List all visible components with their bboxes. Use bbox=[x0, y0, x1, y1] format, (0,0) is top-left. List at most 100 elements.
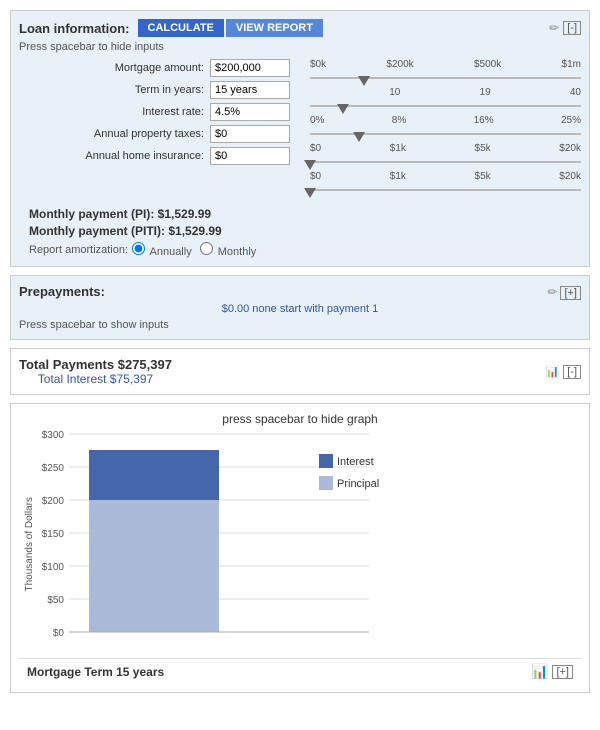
term-label-2: 19 bbox=[480, 87, 491, 98]
property-tax-input[interactable] bbox=[210, 125, 290, 143]
prepayments-section: Prepayments: ✏ [+] $0.00 none start with… bbox=[10, 275, 590, 340]
chart-press-hint: press spacebar to hide graph bbox=[19, 412, 581, 426]
y-axis-label-container: Thousands of Dollars bbox=[19, 434, 39, 654]
annually-radio[interactable] bbox=[132, 242, 145, 255]
tax-slider-track[interactable] bbox=[310, 155, 581, 169]
loan-section: Loan information: CALCULATE VIEW REPORT … bbox=[10, 10, 590, 267]
monthly-label: Monthly bbox=[218, 246, 257, 258]
prepayments-icons: ✏ [+] bbox=[547, 285, 581, 299]
prepayments-title: Prepayments: bbox=[19, 284, 105, 299]
payment-piti-value: $1,529.99 bbox=[168, 224, 221, 238]
term-slider-row: 10 19 40 bbox=[310, 87, 581, 113]
tax-slider-thumb bbox=[304, 160, 316, 170]
chart-footer-title: Mortgage Term 15 years bbox=[27, 665, 164, 679]
amount-label-0: $0k bbox=[310, 59, 326, 70]
interest-slider-labels: 0% 8% 16% 25% bbox=[310, 115, 581, 126]
svg-text:$200: $200 bbox=[42, 496, 65, 507]
amount-slider-line bbox=[310, 77, 581, 79]
totals-title: Total Payments $275,397 bbox=[19, 357, 172, 372]
bar-interest bbox=[89, 450, 219, 500]
amount-label-1: $200k bbox=[386, 59, 413, 70]
svg-text:$300: $300 bbox=[42, 430, 65, 441]
term-label-1: 10 bbox=[389, 87, 400, 98]
term-slider-labels: 10 19 40 bbox=[310, 87, 581, 98]
totals-icons: 📊 [-] bbox=[546, 365, 581, 379]
prepayments-edit-icon[interactable]: ✏ bbox=[547, 285, 557, 299]
mortgage-amount-input[interactable] bbox=[210, 59, 290, 77]
insurance-label-2: $5k bbox=[475, 171, 491, 182]
chart-footer-chart-icon: 📊 bbox=[531, 663, 548, 680]
totals-collapse-icon[interactable]: [-] bbox=[563, 365, 581, 379]
interest-rate-row: Interest rate: bbox=[19, 103, 290, 121]
svg-text:$250: $250 bbox=[42, 463, 65, 474]
amount-label-3: $1m bbox=[562, 59, 581, 70]
prepayments-info: $0.00 none start with payment 1 bbox=[19, 303, 581, 315]
term-slider-track[interactable] bbox=[310, 99, 581, 113]
loan-header: Loan information: CALCULATE VIEW REPORT … bbox=[19, 19, 581, 37]
y-axis-label: Thousands of Dollars bbox=[24, 497, 35, 592]
insurance-slider-row: $0 $1k $5k $20k bbox=[310, 171, 581, 197]
chart-svg: $300 $250 $200 $150 $100 $50 $0 bbox=[69, 434, 491, 654]
interest-label-3: 25% bbox=[561, 115, 581, 126]
prepayments-header: Prepayments: ✏ [+] bbox=[19, 284, 581, 299]
annually-radio-label[interactable]: Annually bbox=[132, 242, 192, 258]
amount-slider-track[interactable] bbox=[310, 71, 581, 85]
interest-rate-input[interactable] bbox=[210, 103, 290, 121]
insurance-label-0: $0 bbox=[310, 171, 321, 182]
bar-principal bbox=[89, 500, 219, 632]
totals-section: Total Payments $275,397 Total Interest $… bbox=[10, 348, 590, 395]
svg-text:$100: $100 bbox=[42, 562, 65, 573]
calculate-button[interactable]: CALCULATE bbox=[138, 19, 224, 37]
sliders-section: $0k $200k $500k $1m 10 bbox=[300, 59, 581, 199]
view-report-button[interactable]: VIEW REPORT bbox=[226, 19, 323, 37]
press-spacebar-hide: Press spacebar to hide inputs bbox=[19, 41, 581, 53]
chart-area: Thousands of Dollars $300 $250 $200 $150… bbox=[19, 434, 581, 654]
term-label: Term in years: bbox=[135, 84, 204, 96]
amount-slider-row: $0k $200k $500k $1m bbox=[310, 59, 581, 85]
term-slider-thumb bbox=[337, 104, 349, 114]
interest-slider-track[interactable] bbox=[310, 127, 581, 141]
interest-label-0: 0% bbox=[310, 115, 324, 126]
property-tax-label: Annual property taxes: bbox=[94, 128, 204, 140]
monthly-radio-label[interactable]: Monthly bbox=[200, 242, 257, 258]
tax-label-3: $20k bbox=[559, 143, 581, 154]
amount-label-2: $500k bbox=[474, 59, 501, 70]
home-insurance-label: Annual home insurance: bbox=[85, 150, 204, 162]
payment-results: Monthly payment (PI): $1,529.99 Monthly … bbox=[19, 207, 581, 258]
prepayments-show-inputs: Press spacebar to show inputs bbox=[19, 319, 581, 331]
tax-slider-row: $0 $1k $5k $20k bbox=[310, 143, 581, 169]
insurance-slider-thumb bbox=[304, 188, 316, 198]
interest-label-1: 8% bbox=[392, 115, 406, 126]
monthly-radio[interactable] bbox=[200, 242, 213, 255]
totals-interest: Total Interest $75,397 bbox=[19, 372, 172, 386]
prepayments-expand-icon[interactable]: [+] bbox=[560, 286, 581, 300]
payment-piti-row: Monthly payment (PITI): $1,529.99 bbox=[29, 224, 581, 238]
term-input[interactable] bbox=[210, 81, 290, 99]
insurance-slider-track[interactable] bbox=[310, 183, 581, 197]
interest-rate-label: Interest rate: bbox=[142, 106, 204, 118]
term-label-3: 40 bbox=[570, 87, 581, 98]
mortgage-amount-row: Mortgage amount: bbox=[19, 59, 290, 77]
amount-slider-labels: $0k $200k $500k $1m bbox=[310, 59, 581, 70]
chart-footer: Mortgage Term 15 years 📊 [+] bbox=[19, 658, 581, 684]
amortization-label: Report amortization: bbox=[29, 244, 128, 256]
amount-slider-thumb bbox=[358, 76, 370, 86]
chart-section: press spacebar to hide graph Thousands o… bbox=[10, 403, 590, 693]
tax-slider-line bbox=[310, 161, 581, 163]
loan-title: Loan information: bbox=[19, 21, 130, 36]
home-insurance-input[interactable] bbox=[210, 147, 290, 165]
payment-pi-value: $1,529.99 bbox=[158, 207, 211, 221]
tax-label-2: $5k bbox=[475, 143, 491, 154]
tax-label-1: $1k bbox=[390, 143, 406, 154]
loan-form-grid: Mortgage amount: Term in years: Interest… bbox=[19, 59, 581, 199]
collapse-icon[interactable]: [-] bbox=[563, 21, 581, 35]
chart-expand-icon[interactable]: [+] bbox=[552, 665, 573, 679]
annually-label: Annually bbox=[150, 246, 192, 258]
term-row: Term in years: bbox=[19, 81, 290, 99]
edit-icon[interactable]: ✏ bbox=[549, 21, 559, 35]
insurance-slider-line bbox=[310, 189, 581, 191]
legend-interest-box bbox=[319, 454, 333, 468]
interest-slider-line bbox=[310, 133, 581, 135]
svg-text:$50: $50 bbox=[47, 595, 64, 606]
property-tax-row: Annual property taxes: bbox=[19, 125, 290, 143]
